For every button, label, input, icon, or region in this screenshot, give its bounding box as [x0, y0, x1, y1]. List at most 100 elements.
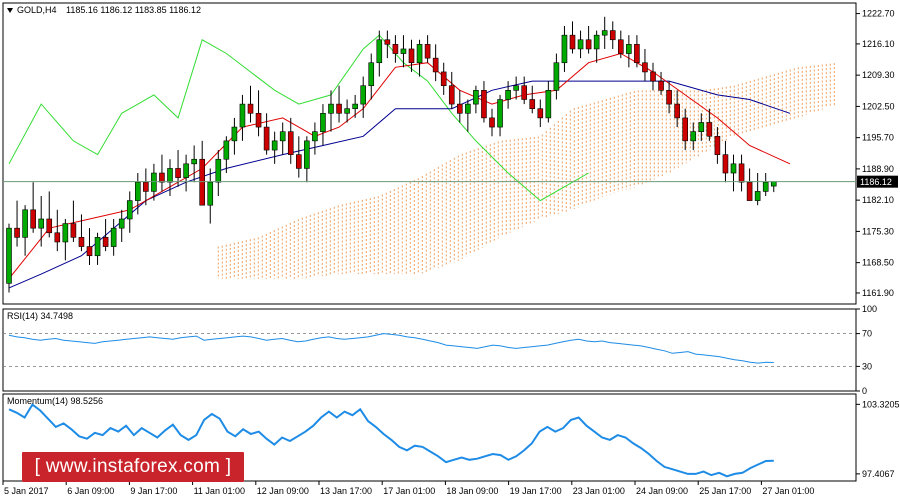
candle-down: [30, 209, 36, 229]
candle-up: [754, 191, 761, 201]
candle-down: [247, 103, 254, 114]
x-tick-label: 27 Jan 01:00: [762, 486, 814, 496]
candle-down: [287, 131, 294, 155]
candle-down: [529, 99, 536, 109]
x-tick-label: 6 Jan 09:00: [67, 486, 114, 496]
candle-up: [239, 103, 246, 128]
candle-up: [360, 85, 367, 105]
candle-down: [569, 34, 576, 50]
x-tick-label: 19 Jan 17:00: [510, 486, 562, 496]
candle-down: [263, 126, 270, 151]
candle-up: [312, 131, 318, 142]
y-tick-label: 1195.70: [862, 133, 894, 143]
candle-up: [352, 103, 358, 109]
candle-down: [14, 227, 20, 238]
y-tick-label: 1216.10: [862, 39, 895, 49]
candle-up: [730, 163, 737, 174]
candle-down: [585, 39, 592, 50]
candle-down: [706, 122, 713, 137]
candle-up: [22, 209, 28, 238]
candle-up: [561, 34, 568, 64]
candle-up: [770, 181, 777, 187]
candle-down: [408, 48, 415, 64]
candle-down: [666, 90, 672, 105]
candle-up: [223, 140, 230, 160]
y-tick-label: 1182.10: [862, 195, 894, 205]
candle-up: [601, 30, 608, 36]
candle-up: [376, 39, 383, 64]
candle-up: [6, 227, 12, 284]
candle-up: [497, 99, 503, 128]
candle-down: [175, 168, 181, 178]
y-tick-label: 1175.30: [862, 226, 894, 236]
watermark-text: [ www.instaforex.com ]: [34, 456, 232, 477]
candle-up: [135, 181, 141, 201]
candle-down: [78, 237, 85, 247]
x-tick-label: 9 Jan 17:00: [130, 486, 177, 496]
candle-down: [295, 154, 302, 169]
x-tick-label: 18 Jan 09:00: [446, 486, 498, 496]
candle-up: [183, 163, 189, 178]
x-tick-label: 24 Jan 09:00: [636, 486, 688, 496]
y-tick-label: 1188.90: [862, 164, 894, 174]
candle-down: [617, 39, 624, 54]
candle-up: [690, 131, 697, 142]
candle-up: [553, 62, 560, 91]
x-tick-label: 12 Jan 09:00: [257, 486, 309, 496]
x-tick-label: 13 Jan 17:00: [320, 486, 372, 496]
candle-up: [416, 44, 423, 64]
candle-down: [102, 237, 109, 247]
rsi-y-tick-label: 30: [862, 361, 872, 371]
candle-down: [255, 112, 262, 128]
x-tick-label: 17 Jan 01:00: [383, 486, 435, 496]
candle-up: [626, 44, 632, 54]
candle-up: [320, 112, 326, 132]
candle-down: [336, 103, 342, 114]
rsi-title: RSI(14) 34.7498: [7, 311, 73, 321]
y-tick-label: 1222.70: [862, 9, 895, 19]
candle-down: [714, 135, 721, 155]
candle-down: [521, 85, 528, 100]
candle-up: [304, 140, 310, 169]
candle-down: [481, 90, 487, 119]
candle-up: [513, 85, 519, 91]
candle-up: [126, 200, 133, 220]
candle-up: [118, 218, 125, 229]
candle-down: [609, 30, 616, 41]
candle-up: [505, 90, 511, 100]
momentum-title: Momentum(14) 98.5256: [7, 396, 103, 406]
candle-down: [489, 117, 495, 128]
candle-up: [151, 172, 157, 192]
symbol-label: GOLD,H4: [17, 5, 57, 15]
candle-down: [634, 44, 640, 64]
candle-up: [279, 131, 286, 142]
candle-up: [762, 181, 769, 192]
candle-down: [46, 218, 53, 234]
candle-down: [456, 103, 463, 114]
rsi-y-tick-label: 70: [862, 329, 872, 339]
candle-down: [392, 44, 399, 54]
candle-up: [207, 181, 214, 206]
candle-up: [344, 108, 350, 114]
candle-up: [593, 34, 600, 50]
candle-up: [328, 103, 334, 114]
candle-up: [368, 62, 375, 87]
ohlc-label: 1185.16 1186.12 1183.85 1186.12: [66, 5, 201, 15]
candle-down: [722, 154, 729, 174]
candle-down: [432, 57, 439, 73]
candle-down: [746, 181, 753, 201]
y-tick-label: 1209.30: [862, 70, 895, 80]
y-tick-label: 1168.50: [862, 258, 894, 268]
x-tick-label: 25 Jan 17:00: [699, 486, 751, 496]
candle-down: [86, 246, 93, 257]
candle-down: [537, 108, 544, 119]
candle-up: [38, 218, 45, 229]
candle-down: [674, 103, 680, 119]
candle-down: [658, 80, 664, 91]
rsi-y-tick-label: 0: [862, 386, 867, 396]
momentum-y-tick-label: 97.4067: [862, 469, 895, 479]
x-tick-label: 11 Jan 01:00: [194, 486, 245, 496]
candle-down: [424, 44, 431, 59]
candle-down: [159, 172, 165, 183]
chart-canvas: 1222.70 1216.10 1209.30 1202.50 1195.70 1188.…: [2, 2, 900, 496]
